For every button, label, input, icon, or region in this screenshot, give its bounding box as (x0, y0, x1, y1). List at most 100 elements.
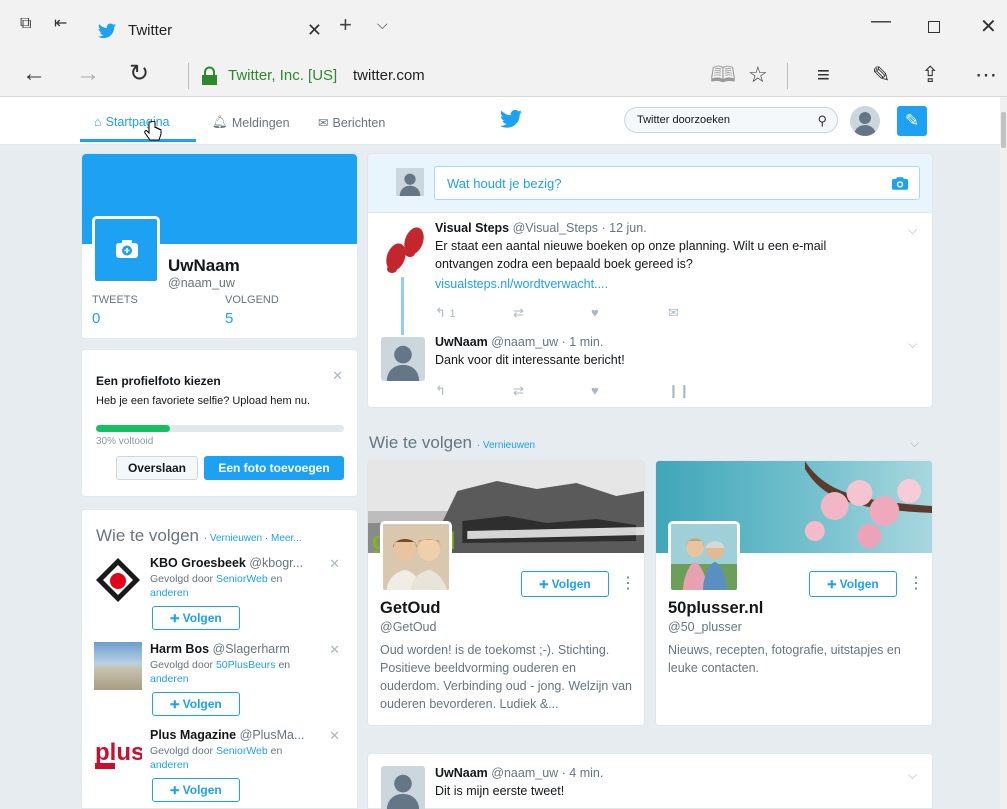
timeline-tweet[interactable]: UwNaam @naam_uw · 4 min. ⌵ Dit is mijn e… (367, 753, 933, 809)
analytics-icon[interactable]: ❙❙ (668, 383, 690, 399)
avatar[interactable] (850, 106, 880, 136)
skip-button[interactable]: Overslaan (116, 456, 198, 480)
dismiss-icon[interactable]: ✕ (329, 556, 340, 572)
reply-icon[interactable]: ↰ (435, 383, 446, 399)
profile-card-50plusser[interactable]: ➕︎ Volgen ⋮ 50plusser.nl @50_plusser Nie… (655, 460, 933, 726)
web-note-icon[interactable]: ✎ (872, 63, 890, 87)
more-options-icon[interactable]: ⋮ (620, 573, 636, 593)
maximize-icon[interactable] (928, 21, 940, 33)
more-options-icon[interactable]: ⋮ (908, 573, 924, 593)
followed-by-link[interactable]: SeniorWeb (216, 745, 268, 757)
chevron-down-icon[interactable]: ⌵ (908, 223, 917, 238)
following-label[interactable]: VOLGEND (225, 294, 279, 306)
refresh-link[interactable]: Vernieuwen (483, 440, 535, 451)
dismiss-icon[interactable]: ✕ (329, 728, 340, 744)
back-icon[interactable]: ← (22, 62, 46, 86)
direct-message-icon[interactable]: ✉ (668, 305, 679, 321)
forward-icon[interactable]: → (76, 62, 100, 86)
follow-button[interactable]: ➕︎ Volgen (521, 571, 609, 597)
share-icon[interactable]: ⇪ (921, 63, 939, 87)
chevron-down-icon[interactable]: ⌵ (910, 436, 919, 451)
profile-avatar[interactable] (92, 216, 160, 284)
twitter-logo-icon[interactable] (500, 109, 522, 129)
like-icon[interactable]: ♥ (591, 305, 599, 320)
retweet-icon[interactable]: ⇄ (513, 383, 524, 399)
hub-icon[interactable]: ≡ (817, 63, 830, 87)
search-icon[interactable]: ⚲ (817, 113, 827, 129)
tweet-author[interactable]: Visual Steps @Visual_Steps · 12 jun. (435, 221, 647, 235)
search-input[interactable]: Twitter doorzoeken ⚲ (624, 107, 838, 133)
50plusser-avatar[interactable] (668, 521, 740, 593)
retweet-icon[interactable]: ⇄ (513, 305, 524, 321)
close-icon[interactable]: ✕ (332, 368, 343, 384)
visual-steps-logo[interactable] (381, 223, 429, 275)
default-avatar-icon (854, 112, 876, 136)
profile-card-getoud[interactable]: getOud ➕︎ Volgen ⋮ GetOud @GetOud Oud wo… (367, 460, 645, 726)
tab-preview-icon[interactable]: ⧉ (20, 16, 31, 32)
nav-notifications[interactable]: 🔔︎ Meldingen (212, 115, 290, 130)
avatar[interactable] (381, 337, 425, 381)
card-name[interactable]: 50plusser.nl (668, 599, 763, 618)
followed-by-link[interactable]: SeniorWeb (216, 573, 268, 585)
like-icon[interactable]: ♥ (591, 383, 599, 398)
chevron-down-icon[interactable]: ⌵ (377, 16, 388, 33)
profile-handle[interactable]: @naam_uw (168, 276, 235, 290)
new-tab-icon[interactable]: + (339, 14, 352, 36)
plus-magazine-logo[interactable]: plus (94, 728, 142, 776)
follow-button[interactable]: ➕︎ Volgen (152, 606, 240, 630)
default-avatar-icon (386, 345, 420, 381)
suggestion-name[interactable]: Harm Bos @Slagerharm (150, 642, 290, 656)
tweet-author[interactable]: UwNaam @naam_uw · 1 min. (435, 335, 603, 349)
reading-view-icon[interactable]: 🕮 (710, 63, 736, 87)
tweets-count[interactable]: 0 (92, 310, 100, 327)
others-link[interactable]: anderen (150, 673, 189, 685)
kbo-logo[interactable] (94, 556, 142, 604)
lock-icon[interactable] (201, 66, 218, 86)
camera-icon[interactable] (891, 176, 909, 191)
refresh-link[interactable]: Vernieuwen (210, 533, 262, 544)
suggestion-name[interactable]: KBO Groesbeek @kbogr... (150, 556, 303, 570)
dismiss-icon[interactable]: ✕ (329, 642, 340, 658)
chevron-down-icon[interactable]: ⌵ (908, 337, 917, 352)
others-link[interactable]: anderen (150, 759, 189, 771)
search-placeholder: Twitter doorzoeken (637, 114, 730, 126)
profile-name[interactable]: UwNaam (168, 256, 240, 276)
close-window-icon[interactable]: ✕ (980, 14, 997, 39)
others-link[interactable]: anderen (150, 587, 189, 599)
refresh-icon[interactable]: ↻ (129, 62, 149, 86)
compose-input[interactable]: Wat houdt je bezig? (434, 166, 920, 200)
follow-button[interactable]: ➕︎ Volgen (809, 571, 897, 597)
reply-button[interactable]: ↰ 1 (435, 305, 456, 321)
browser-tab[interactable]: Twitter ✕ (88, 6, 336, 55)
followed-by-link[interactable]: 50PlusBeurs (216, 659, 276, 671)
follow-button[interactable]: ➕︎ Volgen (152, 692, 240, 716)
more-link[interactable]: Meer... (271, 533, 302, 544)
tweet-link[interactable]: visualsteps.nl/wordtverwacht.... (435, 277, 608, 291)
compose-tweet-button[interactable]: ✎ (897, 106, 927, 136)
close-tab-icon[interactable]: ✕ (307, 20, 322, 41)
avatar[interactable] (381, 766, 425, 809)
scrollbar-thumb[interactable] (1001, 112, 1006, 148)
scrollbar[interactable] (1000, 97, 1007, 809)
add-photo-button[interactable]: Een foto toevoegen (204, 456, 344, 480)
suggestion-name[interactable]: Plus Magazine @PlusMa... (150, 728, 304, 742)
harm-bos-avatar[interactable] (94, 642, 142, 690)
suggestion-item: KBO Groesbeek @kbogr... ✕ Gevolgd door S… (94, 556, 344, 636)
nav-messages[interactable]: ✉ Berichten (318, 115, 385, 131)
card-handle[interactable]: @GetOud (380, 620, 436, 634)
following-count[interactable]: 5 (225, 310, 233, 327)
url-field[interactable]: twitter.com (353, 67, 425, 84)
follow-button[interactable]: ➕︎ Volgen (152, 778, 240, 802)
favorite-star-icon[interactable]: ☆ (748, 63, 768, 87)
card-handle[interactable]: @50_plusser (668, 620, 742, 634)
tweets-label[interactable]: TWEETS (92, 294, 138, 306)
progress-bar (96, 425, 344, 432)
site-identity[interactable]: Twitter, Inc. [US] (228, 67, 337, 84)
minimize-icon[interactable]: — (871, 10, 891, 33)
card-name[interactable]: GetOud (380, 599, 441, 618)
chevron-down-icon[interactable]: ⌵ (908, 768, 917, 783)
tweet-author[interactable]: UwNaam @naam_uw · 4 min. (435, 766, 603, 780)
getoud-avatar[interactable] (380, 521, 452, 593)
more-icon[interactable]: ⋯ (975, 63, 997, 87)
set-aside-tabs-icon[interactable]: ⇤ (54, 16, 67, 32)
